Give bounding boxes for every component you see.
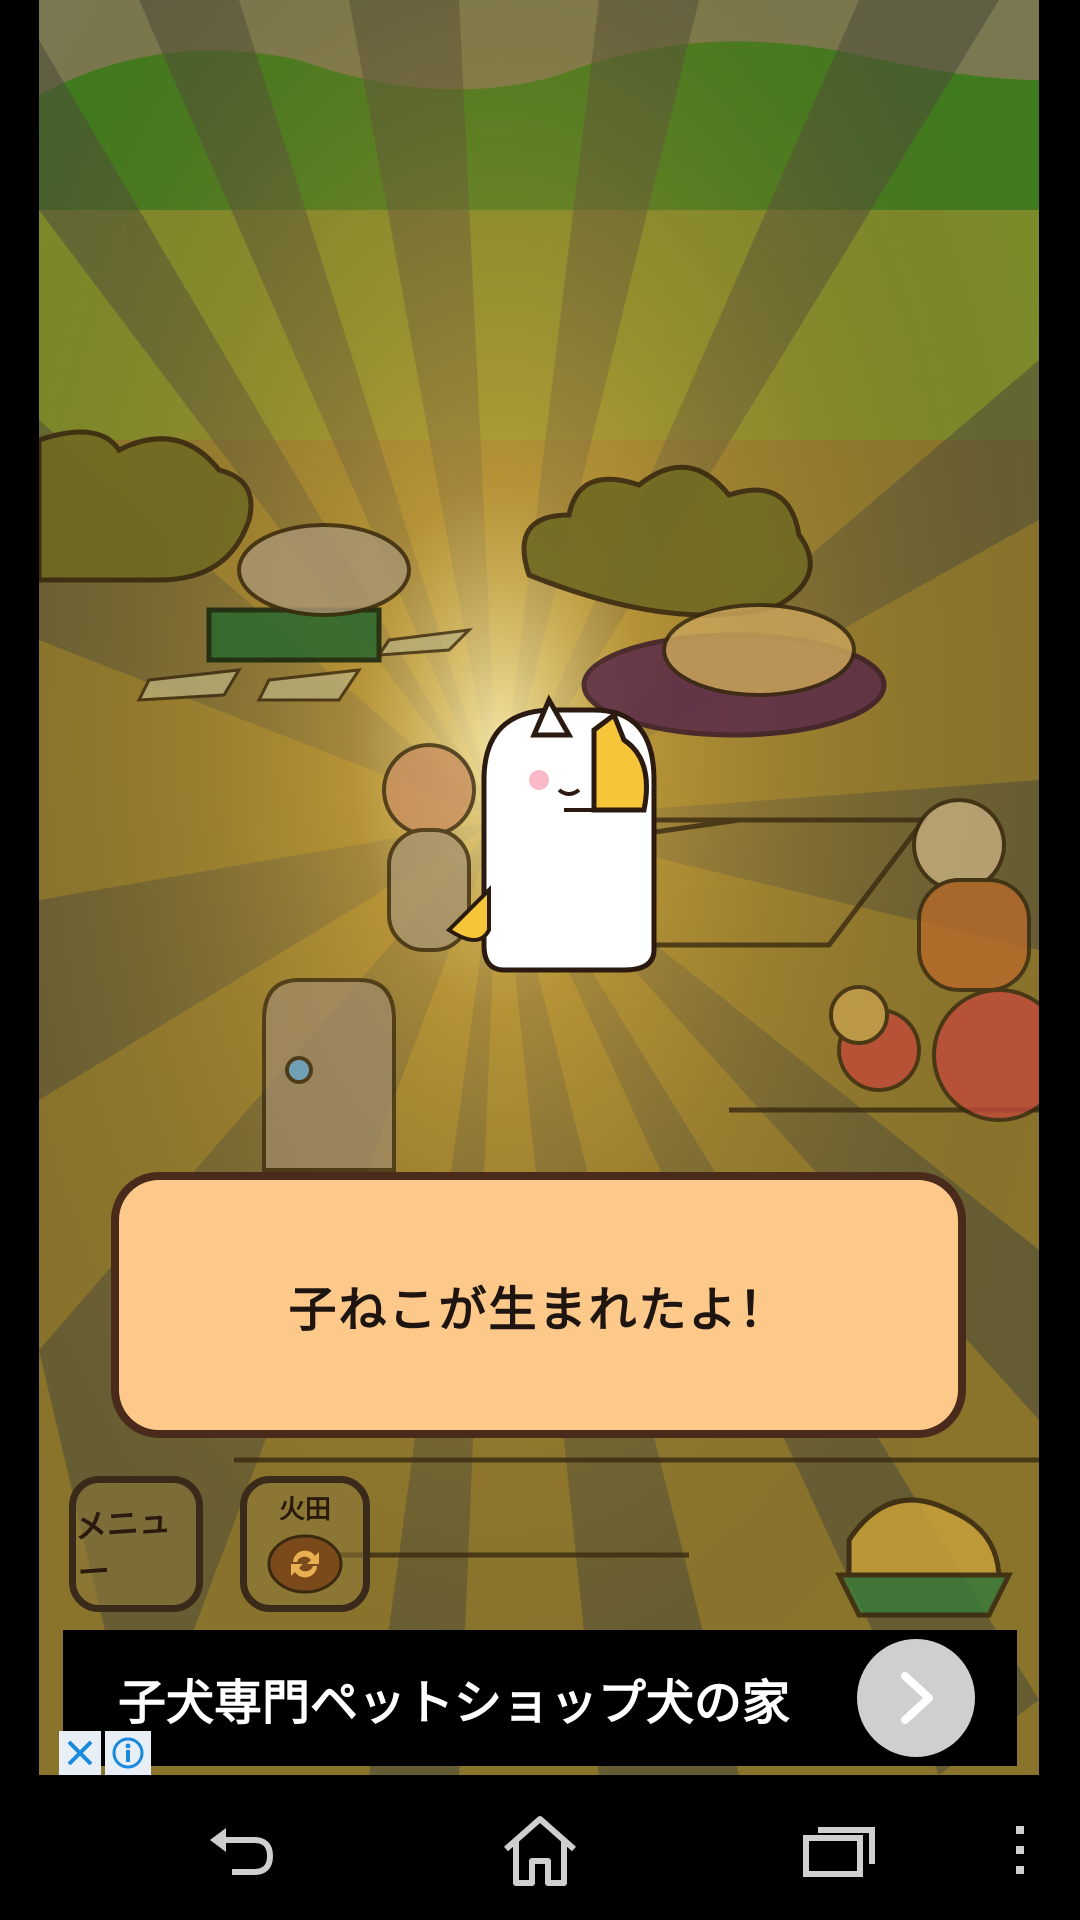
- system-nav-bar: [0, 1775, 1080, 1920]
- dialog-message: 子ねこが生まれたよ！: [288, 1282, 789, 1338]
- screen: 子ねこが生まれたよ！ メニュー 火田 子犬専門ペットショップ犬の家: [0, 0, 1080, 1920]
- menu-button[interactable]: メニュー: [69, 1476, 203, 1612]
- back-icon: [210, 1828, 274, 1875]
- ad-info-button[interactable]: [105, 1731, 151, 1775]
- green-box: [206, 607, 382, 663]
- field-button-label: 火田: [278, 1494, 331, 1525]
- overflow-menu-icon: [1016, 1826, 1024, 1874]
- nav-back-button[interactable]: [192, 1805, 292, 1895]
- ad-text: 子犬専門ペットショップ犬の家: [118, 1675, 791, 1731]
- ribbon-cat: [262, 978, 396, 1172]
- field-button[interactable]: 火田: [240, 1476, 370, 1612]
- menu-button-label: メニュー: [73, 1501, 172, 1593]
- ad-arrow-button[interactable]: [857, 1639, 975, 1757]
- close-icon: [67, 1740, 93, 1766]
- home-icon: [504, 1816, 576, 1886]
- ad-banner[interactable]: 子犬専門ペットショップ犬の家: [63, 1630, 1017, 1766]
- chevron-right-icon: [901, 1672, 933, 1724]
- info-icon: [112, 1737, 144, 1769]
- game-scene[interactable]: 子ねこが生まれたよ！ メニュー 火田: [39, 0, 1039, 1775]
- nav-overflow-button[interactable]: [990, 1805, 1050, 1895]
- ad-close-button[interactable]: [59, 1731, 101, 1775]
- message-dialog[interactable]: 子ねこが生まれたよ！: [111, 1172, 966, 1438]
- refresh-icon: [267, 1534, 343, 1593]
- nav-recent-button[interactable]: [790, 1805, 890, 1895]
- nav-home-button[interactable]: [490, 1805, 590, 1895]
- recent-apps-icon: [803, 1827, 875, 1877]
